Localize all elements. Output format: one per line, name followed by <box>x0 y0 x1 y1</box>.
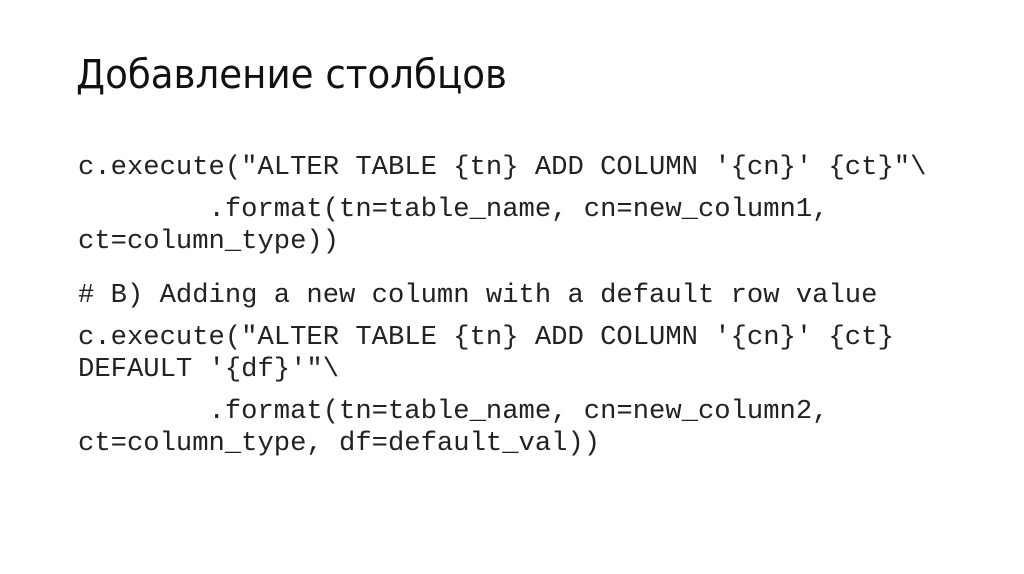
slide-body: c.execute("ALTER TABLE {tn} ADD COLUMN '… <box>78 152 998 470</box>
code-line-format-2: .format(tn=table_name, cn=new_column2, c… <box>78 396 829 459</box>
code-line-execute-2: c.execute("ALTER TABLE {tn} ADD COLUMN '… <box>78 322 894 385</box>
code-comment: # B) Adding a new column with a default … <box>78 280 878 311</box>
code-line-format-1: .format(tn=table_name, cn=new_column1, c… <box>78 194 829 257</box>
slide-title: Добавление столбцов <box>76 52 507 98</box>
code-line-execute-1: c.execute("ALTER TABLE {tn} ADD COLUMN '… <box>78 152 927 183</box>
